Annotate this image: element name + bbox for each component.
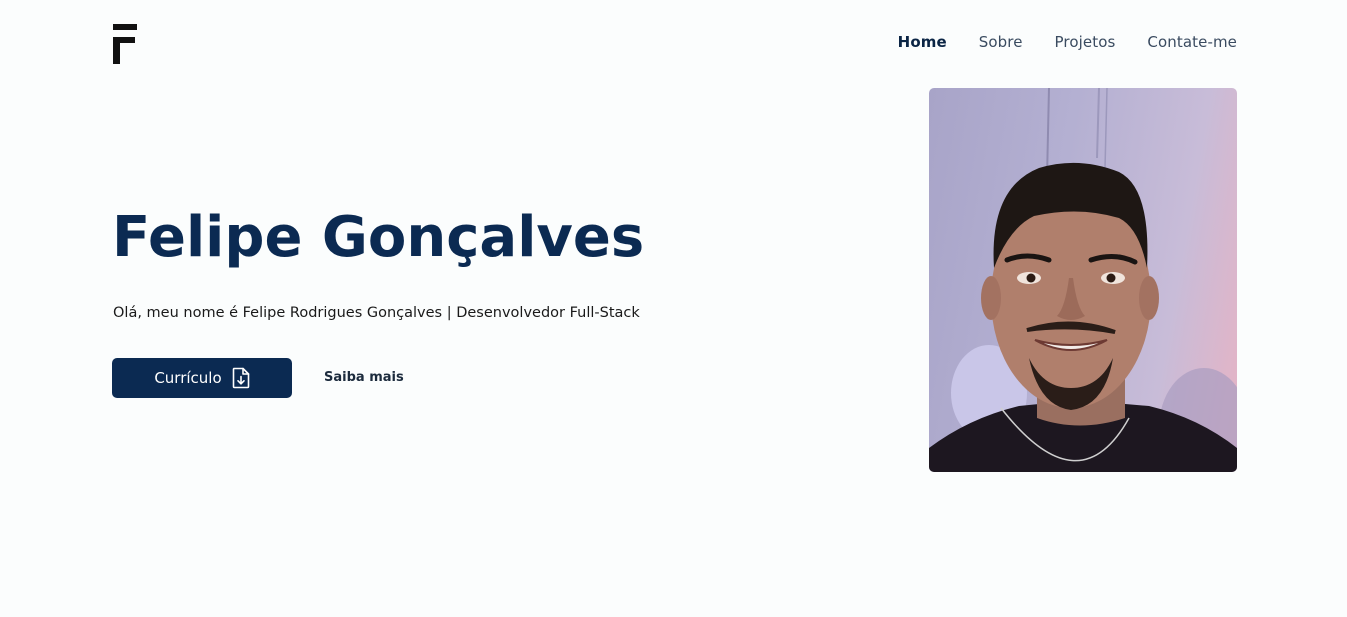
nav-item-sobre[interactable]: Sobre <box>979 33 1023 51</box>
nav-item-projetos[interactable]: Projetos <box>1055 33 1116 51</box>
main-nav: Home Sobre Projetos Contate-me <box>898 33 1237 51</box>
hero-subtitle: Olá, meu nome é Felipe Rodrigues Gonçalv… <box>113 305 640 321</box>
hero-title: Felipe Gonçalves <box>112 205 645 270</box>
curriculo-button-label: Currículo <box>154 369 222 387</box>
logo-icon[interactable] <box>113 24 137 64</box>
profile-photo <box>929 88 1237 472</box>
page: Home Sobre Projetos Contate-me Felipe Go… <box>0 0 1347 617</box>
nav-item-contate-me[interactable]: Contate-me <box>1147 33 1237 51</box>
file-download-icon <box>232 367 250 389</box>
curriculo-button[interactable]: Currículo <box>112 358 292 398</box>
nav-item-home[interactable]: Home <box>898 33 947 51</box>
saiba-mais-link[interactable]: Saiba mais <box>324 370 404 385</box>
